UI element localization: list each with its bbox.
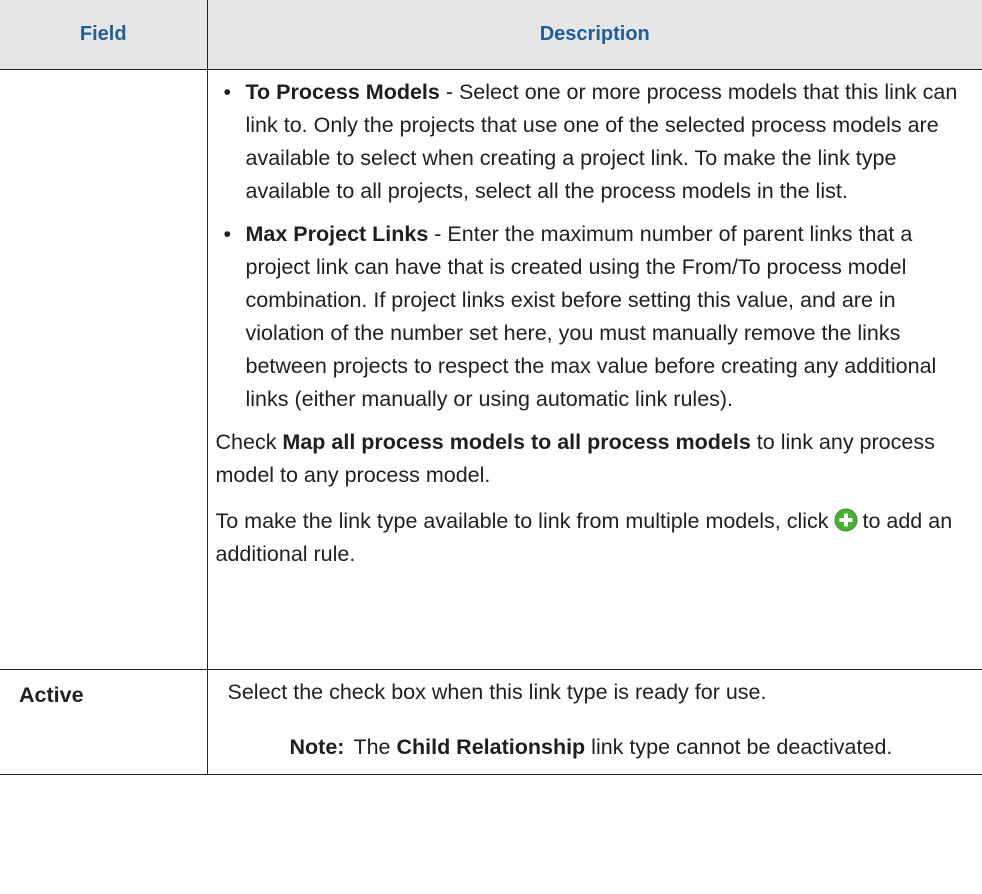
multiple-models-paragraph: To make the link type available to link … — [216, 505, 975, 571]
field-cell-empty — [0, 69, 208, 670]
header-field: Field — [0, 0, 208, 70]
field-name-active: Active — [19, 683, 84, 707]
field-description-table: Field Description • To Process Models - … — [0, 0, 982, 775]
bullet-icon: • — [223, 80, 232, 104]
table-row: Active Select the check box when this li… — [0, 669, 982, 775]
child-relationship-term: Child Relationship — [396, 735, 586, 759]
description-cell: • To Process Models - Select one or more… — [206, 69, 982, 670]
table-header-row: Field Description — [0, 0, 982, 70]
list-item: • Max Project Links - Enter the maximum … — [224, 218, 975, 416]
term-max-project-links: Max Project Links — [245, 222, 429, 246]
note-text: The Child Relationship link type cannot … — [353, 731, 892, 764]
plus-circle-icon[interactable] — [834, 508, 858, 532]
note-label: Note: — [289, 735, 345, 759]
map-all-term: Map all process models to all process mo… — [282, 430, 751, 454]
note-prefix: The — [353, 735, 397, 759]
bullet-icon: • — [223, 222, 232, 246]
term-to-process-models: To Process Models — [245, 80, 440, 104]
multi-text-1: To make the link type available to link … — [215, 509, 835, 533]
map-all-paragraph: Check Map all process models to all proc… — [216, 426, 975, 492]
active-description: Select the check box when this link type… — [227, 680, 767, 704]
table-row: • To Process Models - Select one or more… — [0, 69, 982, 670]
field-cell-active: Active — [0, 669, 208, 775]
rule-option-list: • To Process Models - Select one or more… — [216, 76, 975, 416]
list-item: • To Process Models - Select one or more… — [224, 76, 975, 208]
note-block: Note: The Child Relationship link type c… — [228, 731, 975, 764]
max-project-links-text: - Enter the maximum number of parent lin… — [245, 222, 937, 411]
check-prefix: Check — [215, 430, 283, 454]
note-suffix: link type cannot be deactivated. — [585, 735, 893, 759]
header-description: Description — [206, 0, 982, 70]
description-cell: Select the check box when this link type… — [206, 669, 982, 775]
